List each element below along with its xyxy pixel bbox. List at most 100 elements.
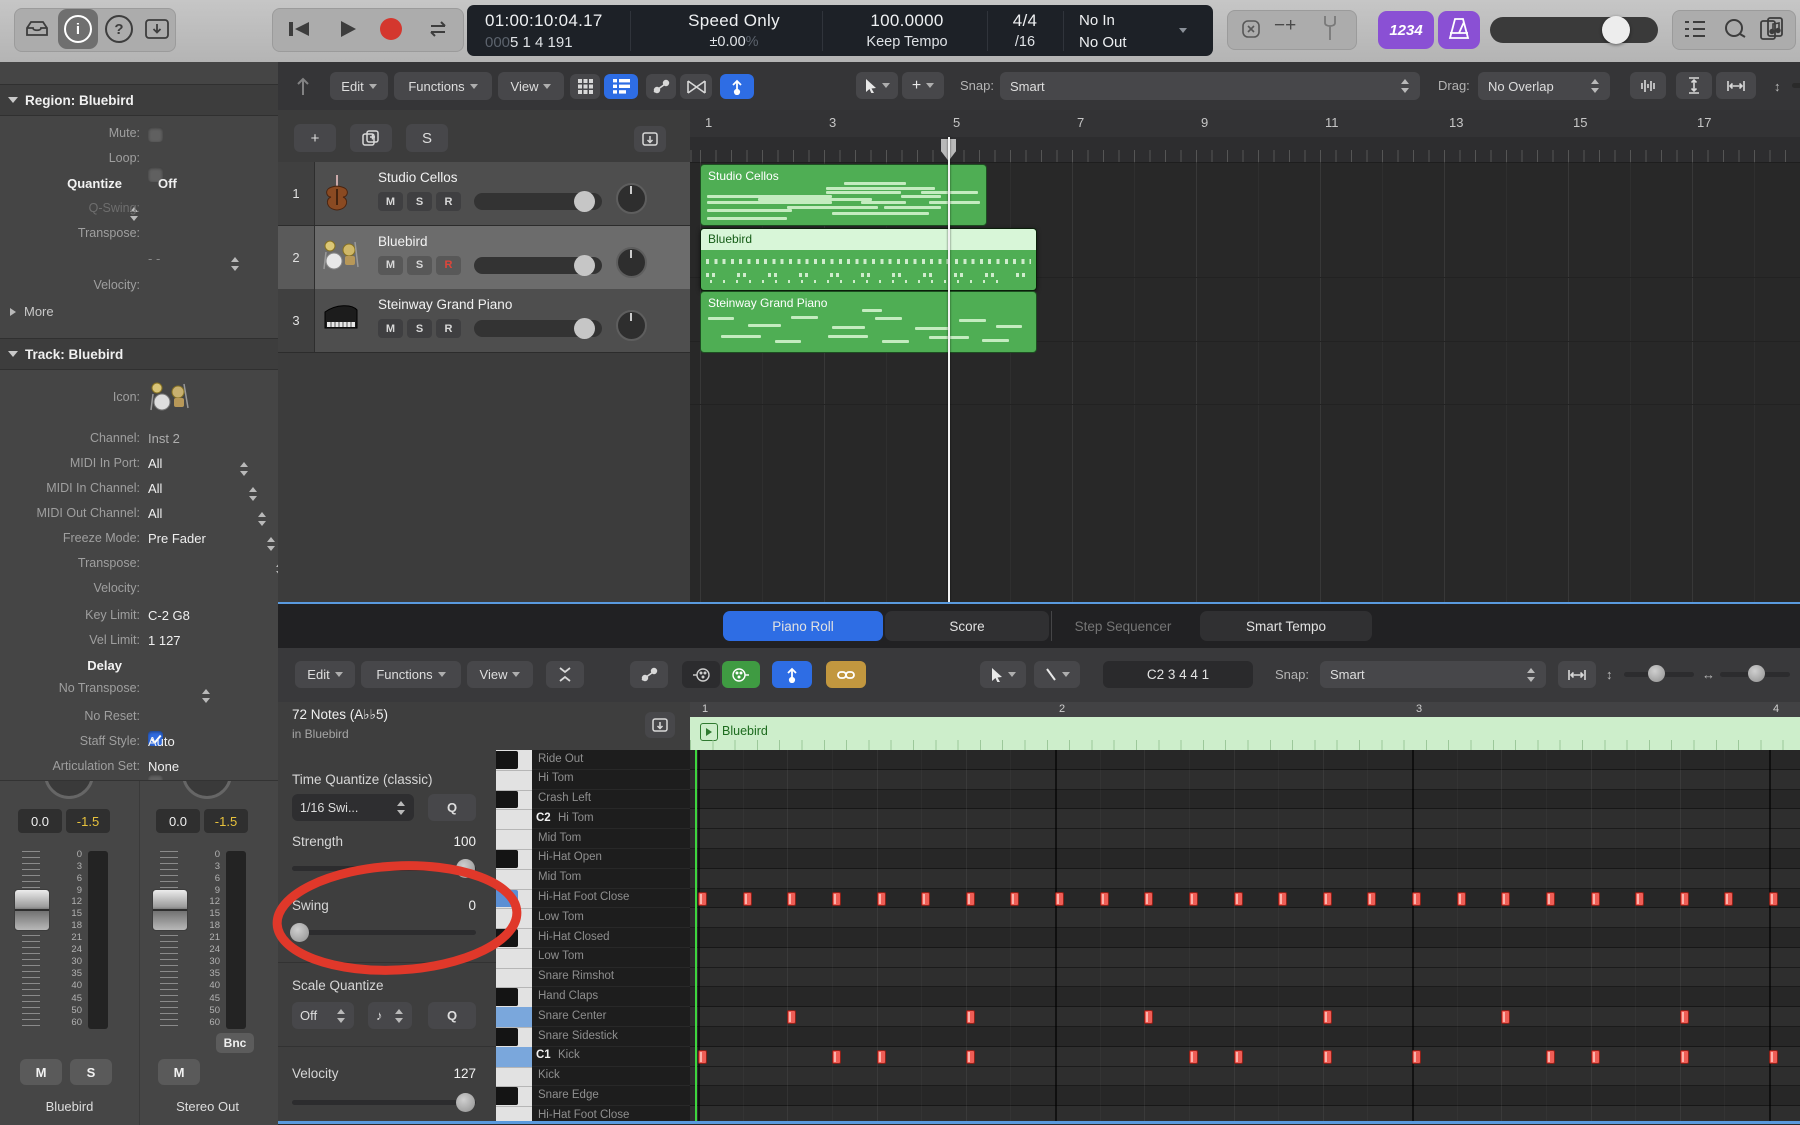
drum-lane-ride-out[interactable]: Ride Out: [532, 750, 690, 770]
playhead-line[interactable]: [948, 137, 950, 602]
swing-slider[interactable]: [290, 923, 476, 942]
pr-pointer-tool-menu[interactable]: [980, 661, 1026, 688]
piano-key-black[interactable]: [496, 849, 518, 868]
pr-region-bar[interactable]: Bluebird: [690, 717, 1800, 751]
stepper-icon[interactable]: [231, 257, 240, 271]
menu-view[interactable]: View: [498, 72, 564, 100]
drum-lane-hi-hat-foot-close[interactable]: Hi-Hat Foot Close: [532, 889, 690, 909]
pan-knob[interactable]: [44, 781, 94, 799]
strength-slider[interactable]: [292, 859, 476, 878]
midi-note-kick[interactable]: [965, 1049, 975, 1064]
midi-note-kick[interactable]: [1590, 1049, 1600, 1064]
region-play-icon[interactable]: [700, 723, 718, 741]
pr-ruler[interactable]: 1 2 3 4: [690, 702, 1800, 718]
midi-note-hi_hat_foot_close[interactable]: [965, 891, 975, 906]
track-pan-knob[interactable]: [616, 310, 647, 341]
track-row[interactable]: 1 Studio Cellos M S R: [278, 162, 690, 226]
pr-playhead-line[interactable]: [695, 750, 697, 1124]
horizontal-auto-zoom-icon[interactable]: [1716, 72, 1756, 99]
drag-dropdown[interactable]: No Overlap: [1478, 72, 1610, 100]
drum-lane-mid-tom[interactable]: Mid Tom: [532, 829, 690, 849]
piano-key-black[interactable]: [496, 929, 518, 947]
automation-icon[interactable]: [646, 74, 676, 99]
velocity-knob[interactable]: [456, 1093, 475, 1112]
drum-lane-snare-sidestick[interactable]: Snare Sidestick: [532, 1027, 690, 1047]
track-r-button[interactable]: R: [436, 319, 461, 338]
midi-note-kick[interactable]: [1769, 1049, 1778, 1064]
pr-position-display[interactable]: C2 3 4 4 1: [1103, 661, 1253, 688]
rewind-icon[interactable]: [284, 16, 314, 42]
fader-cap[interactable]: [152, 889, 188, 931]
midi-note-hi_hat_foot_close[interactable]: [742, 891, 752, 906]
midi-note-hi_hat_foot_close[interactable]: [1635, 891, 1645, 906]
piano-key-black[interactable]: [496, 790, 518, 809]
midi-note-snare_center[interactable]: [1144, 1010, 1154, 1025]
checkbox-region0[interactable]: [148, 127, 163, 142]
piano-key-black[interactable]: [496, 751, 518, 769]
scale-quantize-dropdown[interactable]: Off: [292, 1002, 354, 1029]
strength-knob[interactable]: [456, 859, 475, 878]
drum-lane-crash-left[interactable]: Crash Left: [532, 790, 690, 810]
play-icon[interactable]: [334, 16, 362, 42]
drum-lane-hi-tom[interactable]: Hi Tom: [532, 770, 690, 790]
midi-region-steinway-grand-piano[interactable]: Steinway Grand Piano: [700, 291, 1037, 353]
inspector-row-value-track12[interactable]: Auto: [148, 734, 175, 749]
time-quantize-dropdown[interactable]: 1/16 Swi...: [292, 794, 414, 821]
record-icon[interactable]: [380, 18, 402, 40]
piano-key-black[interactable]: [496, 988, 518, 1007]
midi-note-hi_hat_foot_close[interactable]: [1144, 891, 1154, 906]
inspector-row-value-track13[interactable]: None: [148, 759, 179, 774]
pr-horizontal-fit-icon[interactable]: [1558, 661, 1596, 688]
midi-note-hi_hat_foot_close[interactable]: [1367, 891, 1377, 906]
velocity-slider[interactable]: [292, 1093, 476, 1112]
midi-note-hi_hat_foot_close[interactable]: [1010, 891, 1020, 906]
track-row[interactable]: 2 Bluebird M S R: [278, 225, 690, 290]
stepper-icon[interactable]: [258, 512, 267, 526]
gain-value[interactable]: 0.0: [156, 809, 200, 833]
track-r-button[interactable]: R: [436, 192, 461, 211]
snap-dropdown[interactable]: Smart: [1000, 72, 1420, 100]
drum-lane-hi-hat-open[interactable]: Hi-Hat Open: [532, 849, 690, 869]
duplicate-track-button[interactable]: [350, 124, 392, 152]
stepper-icon[interactable]: [202, 689, 211, 703]
drum-lane-kick[interactable]: Kick: [532, 1067, 690, 1087]
menu-edit[interactable]: Edit: [330, 72, 388, 100]
piano-key-black[interactable]: [496, 1087, 518, 1106]
midi-note-hi_hat_foot_close[interactable]: [1724, 891, 1734, 906]
midi-note-hi_hat_foot_close[interactable]: [831, 891, 841, 906]
pr-hzoom-slider[interactable]: [1720, 665, 1790, 682]
arrange-ruler[interactable]: 1 3 5 7 9 11 13 15 17: [690, 110, 1800, 138]
midi-note-hi_hat_foot_close[interactable]: [876, 891, 886, 906]
menu-functions[interactable]: Functions: [394, 72, 492, 100]
strength-value[interactable]: 100: [418, 834, 476, 849]
midi-note-hi_hat_foot_close[interactable]: [1278, 891, 1288, 906]
midi-note-snare_center[interactable]: [1501, 1010, 1511, 1025]
piano-keys[interactable]: [496, 750, 532, 1124]
strip-m-button[interactable]: M: [20, 1059, 62, 1085]
drum-lane-low-tom[interactable]: Low Tom: [532, 948, 690, 968]
track-m-button[interactable]: M: [378, 319, 403, 338]
stepper-icon[interactable]: [267, 537, 276, 551]
inbox-icon[interactable]: [22, 16, 52, 42]
volume-slider-knob[interactable]: [1602, 16, 1630, 44]
midi-note-hi_hat_foot_close[interactable]: [921, 891, 931, 906]
midi-note-kick[interactable]: [1233, 1049, 1243, 1064]
track-volume-slider[interactable]: [474, 318, 602, 339]
drum-lane-snare-rimshot[interactable]: Snare Rimshot: [532, 968, 690, 988]
lcd-display[interactable]: 01:00:10:04.17 0005 1 4 191 Speed Only ±…: [467, 5, 1213, 56]
midi-note-hi_hat_foot_close[interactable]: [1501, 891, 1511, 906]
track-panel-icon[interactable]: [634, 126, 666, 152]
midi-note-hi_hat_foot_close[interactable]: [1099, 891, 1109, 906]
tab-piano-roll[interactable]: Piano Roll: [723, 611, 883, 641]
media-browser-icon[interactable]: [1758, 16, 1788, 42]
tab-score[interactable]: Score: [885, 611, 1049, 641]
midi-note-kick[interactable]: [1545, 1049, 1555, 1064]
inspector-row-value-track2[interactable]: All: [148, 481, 162, 496]
root-note-dropdown[interactable]: ♪: [368, 1002, 412, 1029]
track-volume-slider[interactable]: [474, 191, 602, 212]
info-button-active[interactable]: i: [58, 9, 98, 49]
grid-view-icon[interactable]: [570, 74, 600, 99]
drum-lane-hi-tom[interactable]: C2 Hi Tom: [532, 809, 690, 830]
pr-catch-playhead-icon[interactable]: [772, 661, 812, 688]
tab-smart-tempo[interactable]: Smart Tempo: [1200, 611, 1372, 641]
